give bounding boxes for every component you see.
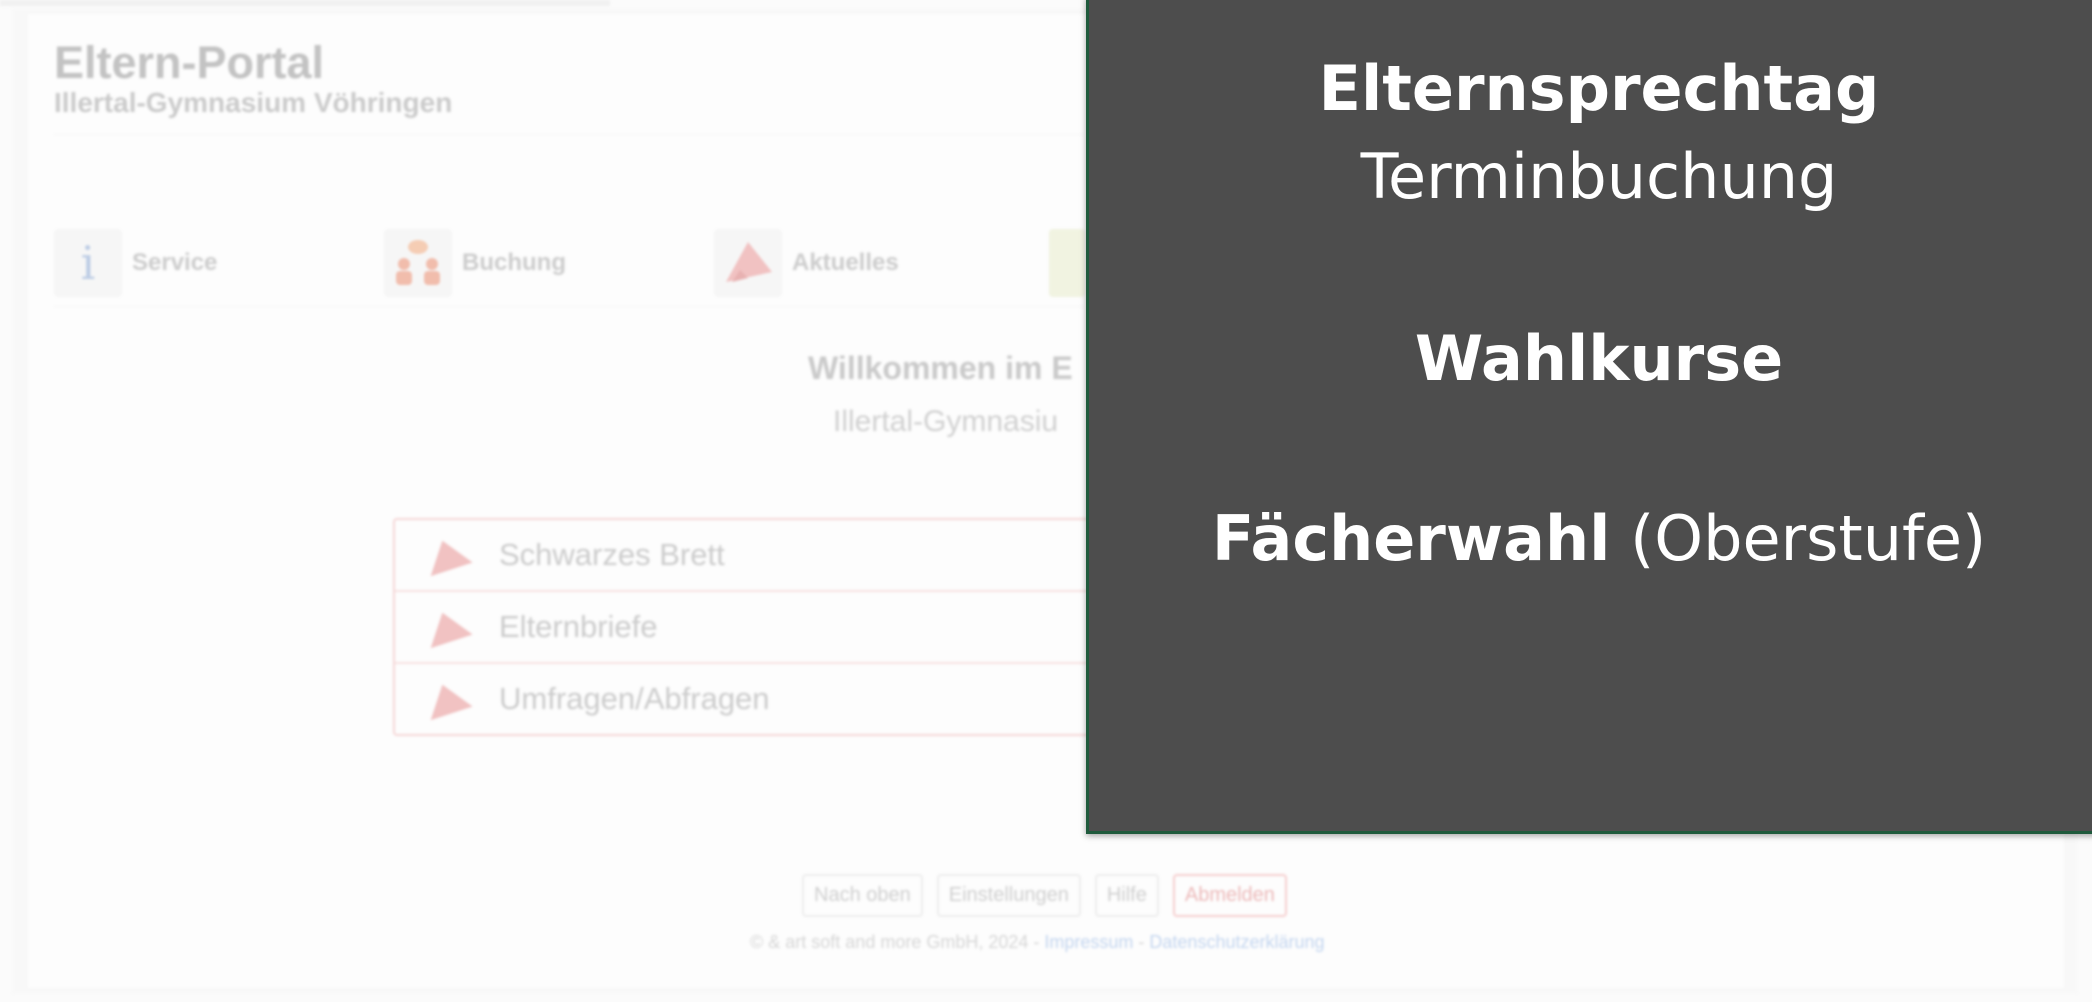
- megaphone-icon: [421, 605, 473, 649]
- main-nav: i Service Buchung Aktuelles: [54, 228, 1085, 307]
- privacy-link[interactable]: Datenschutzerklärung: [1149, 932, 1324, 952]
- panel-faecherwahl-note: (Oberstufe): [1610, 502, 1987, 575]
- feature-panel: Elternsprechtag Terminbuchung Wahlkurse …: [1086, 0, 2092, 834]
- panel-faecherwahl: Fächerwahl (Oberstufe): [1089, 504, 2092, 574]
- megaphone-icon: [714, 229, 782, 297]
- envelope-icon: [1049, 229, 1085, 297]
- panel-terminbuchung: Terminbuchung: [1360, 140, 1838, 213]
- megaphone-icon: [421, 533, 473, 577]
- portal-header: Eltern-Portal Illertal-Gymnasium Vöhring…: [54, 38, 1084, 135]
- footer-separator: -: [1133, 932, 1150, 952]
- list-item[interactable]: Elternbriefe: [395, 592, 1115, 664]
- nav-aktuelles[interactable]: Aktuelles: [714, 228, 899, 298]
- panel-faecherwahl-bold: Fächerwahl: [1211, 502, 1611, 575]
- nav-aktuelles-label: Aktuelles: [792, 249, 899, 276]
- panel-wahlkurse: Wahlkurse: [1414, 322, 1784, 395]
- settings-button[interactable]: Einstellungen: [936, 874, 1081, 917]
- help-button[interactable]: Hilfe: [1094, 874, 1159, 917]
- info-icon: i: [54, 229, 122, 297]
- list-item-label: Elternbriefe: [499, 609, 658, 644]
- list-item[interactable]: Umfragen/Abfragen: [395, 664, 1115, 734]
- top-strip: [0, 0, 610, 6]
- portal-title: Eltern-Portal: [54, 37, 325, 88]
- nav-buchung-label: Buchung: [462, 249, 566, 276]
- panel-elternsprechtag: Elternsprechtag: [1318, 52, 1880, 125]
- school-name: Illertal-Gymnasium Vöhringen: [54, 87, 453, 118]
- back-to-top-button[interactable]: Nach oben: [802, 874, 923, 917]
- list-item-label: Umfragen/Abfragen: [499, 681, 770, 716]
- nav-service-label: Service: [132, 249, 218, 276]
- impressum-link[interactable]: Impressum: [1044, 932, 1133, 952]
- list-item-label: Schwarzes Brett: [499, 537, 725, 572]
- welcome-school: Illertal-Gymnasiu: [833, 405, 1059, 438]
- booking-people-icon: [384, 229, 452, 297]
- nav-service[interactable]: i Service: [54, 228, 217, 298]
- nav-buchung[interactable]: Buchung: [384, 228, 566, 298]
- logout-button[interactable]: Abmelden: [1172, 874, 1287, 917]
- screen: Eltern-Portal Illertal-Gymnasium Vöhring…: [0, 0, 2092, 1002]
- nav-messages[interactable]: [1049, 228, 1085, 298]
- footer-links: Nach oben Einstellungen Hilfe Abmelden: [802, 874, 1287, 917]
- copyright-text: © & art soft and more GmbH, 2024 -: [750, 932, 1045, 952]
- news-list: Schwarzes Brett Elternbriefe Umfragen/Ab…: [393, 518, 1117, 736]
- list-item[interactable]: Schwarzes Brett: [395, 520, 1115, 592]
- megaphone-icon: [421, 677, 473, 721]
- copyright: © & art soft and more GmbH, 2024 - Impre…: [750, 932, 1325, 953]
- welcome-heading: Willkommen im E: [808, 350, 1073, 386]
